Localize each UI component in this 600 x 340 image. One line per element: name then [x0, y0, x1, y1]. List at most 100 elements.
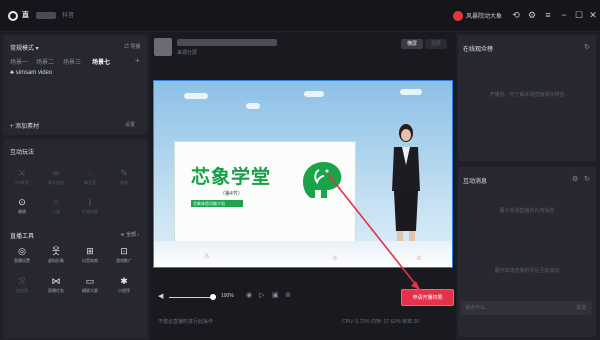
audience-rank-card: 在线观众榜 ↻ 开播后，可了解本场直播观众排名	[458, 35, 596, 161]
room-cover-thumbnail[interactable]	[154, 38, 172, 56]
status-warning: 不建议直播时进行此操作	[158, 319, 214, 325]
live-task-item[interactable]: ⋈ 直播任务	[41, 276, 71, 294]
close-icon[interactable]: ✕	[587, 8, 599, 22]
cloud	[400, 89, 422, 95]
minimize-icon[interactable]: −	[558, 8, 570, 22]
board-tag: 芯象体验功能介绍	[193, 201, 225, 206]
gift-icon: ⊙	[18, 197, 26, 207]
center-panel: 来源分屏 横屏 竖屏 芯象学堂 （第4节） 芯象体验功能介绍 ☃ ☃ ☃ ◀ 1…	[151, 33, 455, 340]
performance-stats: CPU: 5.72% 内存: 37.62% 帧率:30	[342, 319, 419, 325]
app-name-blur	[36, 12, 56, 19]
game-icon: ✧	[52, 197, 60, 207]
effects-icon[interactable]: ⊚	[285, 291, 291, 299]
maximize-icon[interactable]: ☐	[573, 8, 585, 22]
link-icon: ∞	[52, 168, 60, 178]
tools-all-link[interactable]: 全部 ›	[121, 231, 139, 238]
app-logo-icon	[8, 11, 18, 21]
gamepad-icon: ⊡	[120, 246, 128, 256]
messages-title: 互动消息	[463, 179, 488, 185]
comment-input[interactable]	[461, 301, 592, 315]
mini-game-item[interactable]: ✧ 小游	[41, 197, 71, 215]
menu-icon[interactable]: ≡	[542, 8, 554, 22]
ecommerce-item[interactable]: ⊞ 抖音电商	[75, 246, 105, 264]
audience-rank-title: 在线观众榜	[463, 47, 494, 53]
room-title-blur	[177, 39, 277, 46]
title-bar: 直 抖音 风暴院动大象 ⟲ ⚙ ≡ − ☐ ✕	[0, 0, 600, 32]
cloud	[246, 103, 260, 109]
scene-tab-2[interactable]: 场景二	[36, 57, 54, 66]
snow-ground	[154, 241, 452, 267]
refresh-icon[interactable]: ↻	[584, 43, 590, 51]
lesson-board: 芯象学堂 （第4节） 芯象体验功能介绍	[174, 141, 356, 246]
add-material-button[interactable]: + 添加素材	[10, 121, 39, 130]
volume-slider-knob[interactable]	[210, 294, 216, 300]
board-title: 芯象学堂	[191, 166, 272, 188]
volume-slider[interactable]	[169, 297, 216, 298]
add-scene-icon[interactable]: +	[135, 56, 140, 65]
board-subtitle: （第4节）	[220, 191, 243, 197]
interact-title: 互动玩法	[10, 150, 35, 156]
cart-icon: ⊞	[86, 246, 94, 256]
source-name: simsam video	[15, 70, 53, 76]
draw-icon: ✎	[120, 168, 128, 178]
comment-messages-empty: 展示本场直播的评论互动消息	[494, 268, 560, 274]
right-panel: 在线观众榜 ↻ 开播后，可了解本场直播观众排名 互动消息 ⚙ ↻ 展示本场直播的…	[456, 33, 600, 340]
live-preview[interactable]: 芯象学堂 （第4节） 芯象体验功能介绍 ☃ ☃ ☃	[153, 80, 453, 268]
record-icon[interactable]: ▣	[272, 291, 279, 299]
scene-tab-3[interactable]: 场景三	[63, 57, 81, 66]
mode-dropdown[interactable]: 常规模式 ▾	[10, 43, 39, 52]
portrait-toggle[interactable]: 竖屏	[425, 39, 447, 49]
material-settings-link[interactable]: 设置	[125, 121, 135, 128]
volume-icon[interactable]: ◀	[158, 292, 163, 300]
creator-camp-item[interactable]: ℛ 创造营	[7, 276, 37, 294]
scene-tab-1[interactable]: 场景一	[10, 57, 28, 66]
vote-icon: ⫾	[88, 197, 92, 207]
mic-icon[interactable]: ◉	[246, 291, 252, 299]
refresh-icon[interactable]: ⟲	[510, 8, 522, 22]
snowman-decoration: ☃	[204, 254, 210, 260]
game-promo-item[interactable]: ⊡ 游戏推广	[109, 246, 139, 264]
send-button[interactable]: 发送	[576, 304, 586, 311]
pk-icon: ⚔	[17, 168, 27, 178]
user-icon: 웃	[51, 246, 61, 256]
refresh-icon[interactable]: ↻	[584, 175, 590, 183]
director-switch-button[interactable]: ⇄ 导播	[124, 43, 140, 50]
snowman-decoration: ☃	[416, 256, 422, 262]
canvas-item[interactable]: ✎ 画布	[109, 168, 139, 186]
sparkle-icon: ✱	[120, 276, 128, 286]
chat-icon: ◌	[87, 168, 93, 178]
audience-link-item[interactable]: ∞ 观众连线	[41, 168, 71, 186]
big-screen-item[interactable]: ▭ 横屏大屏	[75, 276, 105, 294]
user-group-icon: ℛ	[18, 276, 26, 286]
status-bar: 不建议直播时进行此操作 CPU: 5.72% 内存: 37.62% 帧率:30	[151, 316, 455, 328]
virtual-avatar-item[interactable]: 웃 虚拟形象	[41, 246, 71, 264]
settings-icon[interactable]: ⚙	[572, 175, 578, 183]
volume-value: 100%	[221, 293, 234, 299]
screen-icon: ▭	[85, 276, 95, 286]
apply-start-live-button[interactable]: 申请开播权限	[401, 289, 454, 306]
chat-room-item[interactable]: ◌ 聊天室	[75, 168, 105, 186]
settings-icon[interactable]: ⚙	[526, 8, 538, 22]
scene-card: 常规模式 ▾ ⇄ 导播 场景一 场景二 场景三 场景七 + ♣ simsam v…	[3, 35, 147, 135]
platform-label: 抖音	[62, 13, 75, 19]
task-icon: ⋈	[51, 276, 61, 286]
left-panel: 常规模式 ▾ ⇄ 导播 场景一 场景二 场景三 场景七 + ♣ simsam v…	[0, 33, 150, 340]
source-item[interactable]: ♣ simsam video	[10, 70, 52, 76]
gift-vote-item[interactable]: ⫾ 礼物投票	[75, 197, 105, 215]
cloud	[184, 93, 208, 99]
user-avatar[interactable]	[453, 11, 463, 21]
lucky-bag-item[interactable]: ⊙ 福袋	[7, 197, 37, 215]
user-name[interactable]: 风暴院动大象	[466, 11, 502, 20]
elephant-logo-icon	[303, 162, 342, 198]
settings-icon: ◎	[18, 246, 26, 256]
snowman-decoration: ☃	[332, 256, 338, 262]
live-settings-item[interactable]: ◎ 直播设置	[7, 246, 37, 264]
scene-tab-active[interactable]: 场景七	[92, 57, 110, 66]
mini-program-item[interactable]: ✱ 小程序	[109, 276, 139, 294]
audience-empty-text: 开播后，可了解本场直播观众排名	[489, 92, 565, 98]
pk-battle-item[interactable]: ⚔ PK对战	[7, 168, 37, 186]
landscape-toggle[interactable]: 横屏	[401, 39, 423, 49]
camera-icon[interactable]: ▷	[259, 291, 264, 299]
app-name: 直	[22, 12, 29, 19]
cloud	[304, 91, 324, 97]
